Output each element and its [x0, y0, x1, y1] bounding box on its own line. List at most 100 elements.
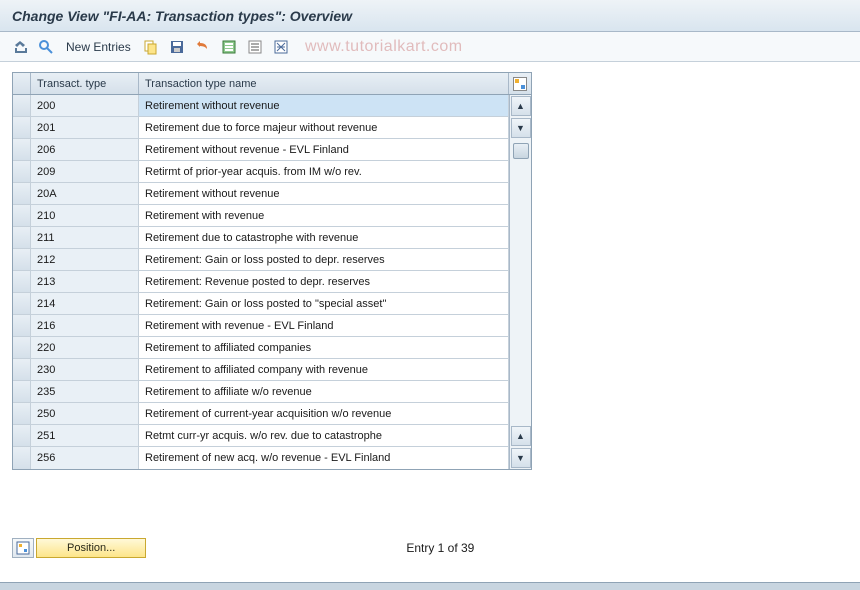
table-row[interactable]: 250Retirement of current-year acquisitio…	[13, 403, 509, 425]
deselect-all-icon[interactable]	[245, 37, 265, 57]
scroll-up-button[interactable]: ▲	[511, 96, 531, 116]
cell-transaction-type[interactable]: 214	[31, 293, 139, 314]
cell-transaction-name[interactable]: Retirement to affiliated company with re…	[139, 359, 509, 380]
row-selector[interactable]	[13, 337, 31, 358]
cell-transaction-name[interactable]: Retirement of new acq. w/o revenue - EVL…	[139, 447, 509, 469]
copy-icon[interactable]	[141, 37, 161, 57]
cell-transaction-name[interactable]: Retirement without revenue	[139, 95, 509, 116]
cell-transaction-name[interactable]: Retirement to affiliated companies	[139, 337, 509, 358]
row-selector[interactable]	[13, 293, 31, 314]
table-row[interactable]: 213Retirement: Revenue posted to depr. r…	[13, 271, 509, 293]
scroll-track[interactable]	[511, 139, 531, 425]
column-header-code[interactable]: Transact. type	[31, 73, 139, 94]
table-row[interactable]: 212Retirement: Gain or loss posted to de…	[13, 249, 509, 271]
position-icon-button[interactable]	[12, 538, 34, 558]
scroll-thumb[interactable]	[513, 143, 529, 159]
position-button[interactable]: Position...	[36, 538, 146, 558]
cell-transaction-type[interactable]: 256	[31, 447, 139, 469]
row-selector[interactable]	[13, 117, 31, 138]
scroll-down-button[interactable]: ▼	[511, 118, 531, 138]
cell-transaction-type[interactable]: 235	[31, 381, 139, 402]
table-settings-button[interactable]	[509, 73, 531, 94]
scroll-up-page-button[interactable]: ▲	[511, 426, 531, 446]
cell-transaction-name[interactable]: Retirement: Gain or loss posted to "spec…	[139, 293, 509, 314]
cell-transaction-type[interactable]: 206	[31, 139, 139, 160]
undo-icon[interactable]	[193, 37, 213, 57]
table-row[interactable]: 216Retirement with revenue - EVL Finland	[13, 315, 509, 337]
cell-transaction-name[interactable]: Retirement with revenue	[139, 205, 509, 226]
cell-transaction-type[interactable]: 250	[31, 403, 139, 424]
content-area: Transact. type Transaction type name 200…	[0, 62, 860, 480]
table-row[interactable]: 220Retirement to affiliated companies	[13, 337, 509, 359]
cell-transaction-name[interactable]: Retmt curr-yr acquis. w/o rev. due to ca…	[139, 425, 509, 446]
row-selector[interactable]	[13, 359, 31, 380]
cell-transaction-type[interactable]: 251	[31, 425, 139, 446]
cell-transaction-type[interactable]: 200	[31, 95, 139, 116]
table-header: Transact. type Transaction type name	[13, 73, 531, 95]
find-icon[interactable]	[36, 37, 56, 57]
row-selector[interactable]	[13, 249, 31, 270]
table-row[interactable]: 200Retirement without revenue	[13, 95, 509, 117]
table-settings-icon	[513, 77, 527, 91]
table-rows: 200Retirement without revenue201Retireme…	[13, 95, 509, 469]
scroll-down-page-button[interactable]: ▼	[511, 448, 531, 468]
title-bar: Change View "FI-AA: Transaction types": …	[0, 0, 860, 32]
cell-transaction-type[interactable]: 201	[31, 117, 139, 138]
cell-transaction-name[interactable]: Retirement due to catastrophe with reven…	[139, 227, 509, 248]
row-selector[interactable]	[13, 315, 31, 336]
cell-transaction-type[interactable]: 216	[31, 315, 139, 336]
table-row[interactable]: 210Retirement with revenue	[13, 205, 509, 227]
row-selector[interactable]	[13, 403, 31, 424]
cell-transaction-name[interactable]: Retirement due to force majeur without r…	[139, 117, 509, 138]
vertical-scrollbar[interactable]: ▲ ▼ ▲ ▼	[509, 95, 531, 469]
table-row[interactable]: 206Retirement without revenue - EVL Finl…	[13, 139, 509, 161]
table-row[interactable]: 209Retirmt of prior-year acquis. from IM…	[13, 161, 509, 183]
toggle-display-icon[interactable]	[10, 37, 30, 57]
cell-transaction-type[interactable]: 210	[31, 205, 139, 226]
table-row[interactable]: 256Retirement of new acq. w/o revenue - …	[13, 447, 509, 469]
cell-transaction-name[interactable]: Retirmt of prior-year acquis. from IM w/…	[139, 161, 509, 182]
page-title: Change View "FI-AA: Transaction types": …	[12, 8, 352, 24]
column-header-name[interactable]: Transaction type name	[139, 73, 509, 94]
row-selector[interactable]	[13, 183, 31, 204]
window-bottom-border	[0, 582, 860, 590]
cell-transaction-name[interactable]: Retirement without revenue - EVL Finland	[139, 139, 509, 160]
cell-transaction-type[interactable]: 230	[31, 359, 139, 380]
save-icon[interactable]	[167, 37, 187, 57]
table-row[interactable]: 251Retmt curr-yr acquis. w/o rev. due to…	[13, 425, 509, 447]
row-selector[interactable]	[13, 139, 31, 160]
table-row[interactable]: 201Retirement due to force majeur withou…	[13, 117, 509, 139]
row-selector[interactable]	[13, 161, 31, 182]
row-selector[interactable]	[13, 381, 31, 402]
cell-transaction-name[interactable]: Retirement of current-year acquisition w…	[139, 403, 509, 424]
row-selector[interactable]	[13, 227, 31, 248]
watermark: www.tutorialkart.com	[305, 38, 463, 56]
cell-transaction-type[interactable]: 213	[31, 271, 139, 292]
table-row[interactable]: 235Retirement to affiliate w/o revenue	[13, 381, 509, 403]
new-entries-button[interactable]: New Entries	[62, 38, 135, 56]
row-selector[interactable]	[13, 447, 31, 469]
table-row[interactable]: 20ARetirement without revenue	[13, 183, 509, 205]
row-selector[interactable]	[13, 271, 31, 292]
row-selector[interactable]	[13, 425, 31, 446]
row-selector-header[interactable]	[13, 73, 31, 94]
table-row[interactable]: 211Retirement due to catastrophe with re…	[13, 227, 509, 249]
table-row[interactable]: 230Retirement to affiliated company with…	[13, 359, 509, 381]
cell-transaction-name[interactable]: Retirement: Revenue posted to depr. rese…	[139, 271, 509, 292]
select-all-icon[interactable]	[219, 37, 239, 57]
cell-transaction-type[interactable]: 20A	[31, 183, 139, 204]
delete-icon[interactable]	[271, 37, 291, 57]
cell-transaction-type[interactable]: 209	[31, 161, 139, 182]
cell-transaction-type[interactable]: 220	[31, 337, 139, 358]
transaction-types-table: Transact. type Transaction type name 200…	[12, 72, 532, 470]
cell-transaction-name[interactable]: Retirement: Gain or loss posted to depr.…	[139, 249, 509, 270]
cell-transaction-type[interactable]: 211	[31, 227, 139, 248]
footer: Position... Entry 1 of 39	[12, 534, 848, 562]
cell-transaction-type[interactable]: 212	[31, 249, 139, 270]
table-row[interactable]: 214Retirement: Gain or loss posted to "s…	[13, 293, 509, 315]
cell-transaction-name[interactable]: Retirement to affiliate w/o revenue	[139, 381, 509, 402]
row-selector[interactable]	[13, 95, 31, 116]
cell-transaction-name[interactable]: Retirement with revenue - EVL Finland	[139, 315, 509, 336]
cell-transaction-name[interactable]: Retirement without revenue	[139, 183, 509, 204]
row-selector[interactable]	[13, 205, 31, 226]
